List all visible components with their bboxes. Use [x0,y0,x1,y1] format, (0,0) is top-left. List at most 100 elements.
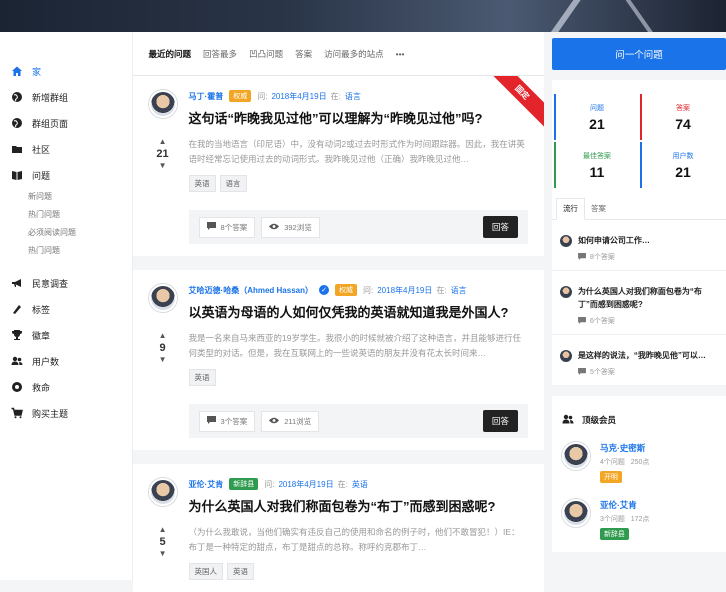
upvote-button[interactable]: ▲ [159,524,167,536]
widget-tabs: 流行 答案 [551,198,726,220]
question-title[interactable]: 这句话“昨晚我见过他”可以理解为“昨晚见过他”吗? [189,108,528,127]
feed-question-title[interactable]: 如何申请公司工作… [578,234,650,247]
ask-question-button[interactable]: 问一个问题 [551,38,726,70]
sidebar-item-label: 标签 [32,304,51,315]
tab-recent[interactable]: 最近的问题 [149,48,192,60]
answers-label: 8个答案 [220,222,248,232]
sidebar-item-label: 徽章 [32,330,51,341]
avatar[interactable] [148,284,177,312]
sidebar-item-community[interactable]: 社区 [0,136,132,162]
question-card: ▲ 9 ▼ 艾哈迈德·哈桑（Ahmed Hassan） ✓ 权威 问: 2018… [132,270,544,450]
eye-icon [269,223,280,232]
home-icon [10,64,24,78]
author-link[interactable]: 艾哈迈德·哈桑（Ahmed Hassan） [189,285,313,296]
sidebar-item-badges[interactable]: 徽章 [0,322,132,348]
sidebar-item-new-group[interactable]: 新增群组 [0,84,132,110]
more-tabs-button[interactable]: ••• [396,49,405,59]
answers-count[interactable]: 8个答案 [198,216,256,238]
question-excerpt: 在我的当地语言（印尼语）中，没有动词2或过去时形式作为时间跟踪器。因此，我在讲英… [188,139,525,164]
upvote-button[interactable]: ▲ [159,136,167,148]
question-date[interactable]: 2018年4月19日 [271,91,326,102]
answers-count[interactable]: 3个答案 [198,410,256,432]
tag-chip[interactable]: 语言 [219,175,247,192]
avatar[interactable] [559,286,572,298]
sidebar-item-questions[interactable]: 问题 [0,162,132,188]
vote-box: ▲ 5 ▼ [159,524,167,560]
tab-answers-widget[interactable]: 答案 [585,203,612,219]
member-questions: 4个问题 [599,459,625,466]
tab-most-visited[interactable]: 访问最多的站点 [324,48,384,60]
upvote-button[interactable]: ▲ [159,330,167,342]
stats-panel: 问题 21 答案 74 最佳答案 11 用户数 21 流行 答案 如何申请公司工… [551,80,726,386]
sidebar-item-help[interactable]: 救命 [0,374,132,400]
asked-label: 问: [257,91,268,101]
vote-box: ▲ 9 ▼ [159,330,167,366]
question-title[interactable]: 以英语为母语的人如何仅凭我的英语就知道我是外国人? [189,302,528,321]
downvote-button[interactable]: ▼ [159,160,167,172]
eye-icon [269,417,280,426]
sidebar-item-tags[interactable]: 标签 [0,296,132,322]
answer-button[interactable]: 回答 [482,216,518,238]
sidebar-subitem-must-read[interactable]: 必须阅读问题 [0,224,132,242]
trophy-icon [10,328,24,342]
avatar[interactable] [561,442,590,470]
sidebar-subitem-hot-questions-2[interactable]: 热门问题 [0,242,132,260]
member-badge: 开明 [599,471,622,483]
feed-answer-count: 5个答案 [589,369,615,376]
tab-answers[interactable]: 答案 [295,48,312,60]
member-name[interactable]: 亚伦·艾肯 [600,499,649,511]
sidebar-item-label: 问题 [32,170,51,181]
category-link[interactable]: 语言 [345,91,361,102]
question-date[interactable]: 2018年4月19日 [278,479,333,490]
avatar[interactable] [148,90,177,118]
stat-label: 问题 [589,104,604,112]
sidebar-item-group-page[interactable]: 群组页面 [0,110,132,136]
tag-chip[interactable]: 英语 [188,175,216,192]
cart-icon [10,406,24,420]
top-members-panel: 顶级会员 马克·史密斯 4个问题 250点 开明 亚伦·艾肯 3个问题 172点… [551,396,726,552]
member-name[interactable]: 马克·史密斯 [600,442,649,454]
tab-popular[interactable]: 流行 [555,198,585,220]
category-link[interactable]: 英语 [352,479,368,490]
tag-chip[interactable]: 英语 [188,369,216,386]
sidebar-subitem-hot-questions[interactable]: 热门问题 [0,206,132,224]
author-link[interactable]: 马丁·霍普 [189,91,224,102]
tag-chip[interactable]: 英国人 [188,563,224,580]
views-count: 392浏览 [261,216,320,238]
avatar[interactable] [559,350,572,362]
tag-chip[interactable]: 英语 [227,563,255,580]
avatar[interactable] [561,499,590,527]
header-banner [0,0,726,32]
question-excerpt: （为什么我敢说，当他们确实有违反自己的使用和命名的例子时，他们不敢冒犯！）IE：… [188,527,520,552]
downvote-button[interactable]: ▼ [159,354,167,366]
sidebar-item-users[interactable]: 用户数 [0,348,132,374]
category-link[interactable]: 语言 [451,285,467,296]
downvote-button[interactable]: ▼ [159,548,167,560]
list-item: 是这样的说法，“我昨晚见他”可以… 5个答案 [551,335,726,386]
sidebar-item-home[interactable]: 家 [0,58,132,84]
comment-icon [578,252,586,262]
tab-bump[interactable]: 凹凸问题 [249,48,283,60]
comment-icon [206,222,216,232]
feed-question-title[interactable]: 为什么英国人对我们称面包卷为“布丁”而感到困惑呢? [578,285,718,311]
users-icon [562,414,574,426]
avatar[interactable] [148,478,177,506]
tab-most-answered[interactable]: 回答最多 [203,48,237,60]
vote-count: 9 [159,342,166,354]
book-icon [10,168,24,182]
answer-button[interactable]: 回答 [482,410,518,432]
author-link[interactable]: 亚伦·艾肯 [189,479,224,490]
feed-question-title[interactable]: 是这样的说法，“我昨晚见他”可以… [578,349,706,362]
asked-label: 问: [363,285,374,295]
sidebar-item-buy-theme[interactable]: 购买主题 [0,400,132,426]
sidebar-item-label: 社区 [32,144,51,155]
list-item: 如何申请公司工作… 8个答案 [551,220,726,271]
question-title[interactable]: 为什么英国人对我们称面包卷为“布丁”而感到困惑呢? [189,496,528,515]
sidebar-subitem-new-questions[interactable]: 新问题 [0,188,132,206]
views-count: 211浏览 [261,410,320,432]
sidebar-item-polls[interactable]: 民意调查 [0,270,132,296]
avatar[interactable] [559,235,572,247]
question-date[interactable]: 2018年4月19日 [377,285,432,296]
member-points: 250点 [630,459,650,466]
comment-icon [578,367,586,377]
